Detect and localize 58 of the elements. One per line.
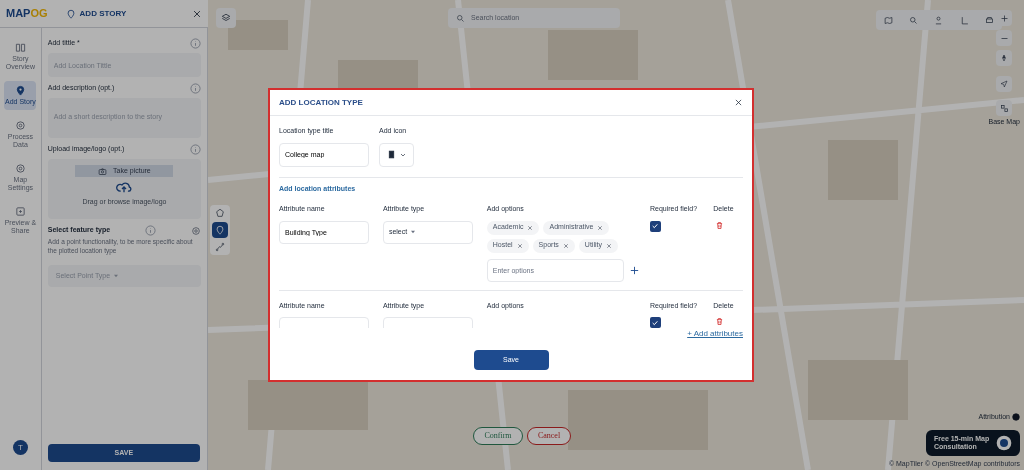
remove-icon[interactable] — [597, 224, 604, 231]
caret-down-icon — [113, 273, 120, 279]
required-checkbox[interactable] — [650, 220, 661, 232]
info-icon — [190, 83, 201, 94]
info-icon — [145, 225, 156, 236]
remove-icon[interactable] — [516, 242, 523, 249]
icon-picker[interactable] — [379, 142, 414, 167]
trash-icon[interactable] — [715, 317, 725, 326]
search-icon — [456, 13, 465, 23]
compass-button[interactable] — [996, 50, 1013, 66]
print-icon[interactable] — [984, 15, 994, 25]
building-icon — [386, 150, 396, 159]
remove-icon[interactable] — [605, 242, 612, 249]
settings-icon — [14, 120, 26, 131]
person-icon[interactable] — [934, 15, 944, 25]
add-attributes-link[interactable]: + Add attributes — [687, 328, 743, 340]
close-icon[interactable] — [734, 98, 743, 107]
settings-icon — [191, 225, 201, 236]
add-icon[interactable] — [628, 264, 640, 276]
line-icon[interactable] — [215, 242, 225, 252]
polygon-icon[interactable] — [215, 208, 225, 218]
app-logo: MAPOG — [6, 6, 48, 22]
zoom-out-button[interactable] — [996, 30, 1013, 46]
confirm-button[interactable]: Confirm — [473, 427, 523, 445]
user-avatar[interactable]: T — [12, 440, 28, 455]
cancel-button[interactable]: Cancel — [527, 427, 571, 445]
search-icon[interactable] — [909, 15, 919, 25]
dialog-title: ADD LOCATION TYPE — [279, 96, 363, 109]
compass-icon — [1000, 54, 1009, 62]
locate-button[interactable] — [996, 76, 1013, 92]
map-icon[interactable] — [884, 15, 894, 25]
trash-icon[interactable] — [715, 220, 725, 230]
info-icon[interactable] — [1012, 413, 1020, 422]
close-icon[interactable] — [192, 8, 202, 19]
info-icon — [190, 144, 201, 155]
navigation-arrow-icon — [1000, 80, 1009, 88]
location-pin-icon — [215, 225, 225, 235]
remove-icon[interactable] — [527, 224, 534, 231]
layers-button[interactable] — [996, 100, 1013, 116]
check-icon — [651, 318, 660, 327]
settings-icon — [14, 163, 26, 174]
plus-icon — [999, 13, 1009, 23]
panel-title: ADD STORY — [79, 7, 127, 20]
info-icon — [190, 38, 201, 49]
pin-tool-button[interactable] — [212, 222, 228, 238]
zoom-in-button[interactable] — [996, 10, 1013, 26]
caret-down-icon — [410, 229, 417, 235]
check-icon — [651, 222, 660, 230]
ruler-icon[interactable] — [959, 15, 969, 25]
required-checkbox[interactable] — [650, 317, 661, 328]
layers-button[interactable] — [216, 8, 236, 28]
layers-icon — [999, 103, 1009, 113]
location-pin-icon — [14, 85, 26, 96]
layers-icon — [221, 13, 231, 23]
book-icon — [14, 42, 26, 53]
location-pin-icon — [65, 8, 76, 19]
remove-icon[interactable] — [562, 242, 569, 249]
camera-icon — [98, 166, 107, 176]
